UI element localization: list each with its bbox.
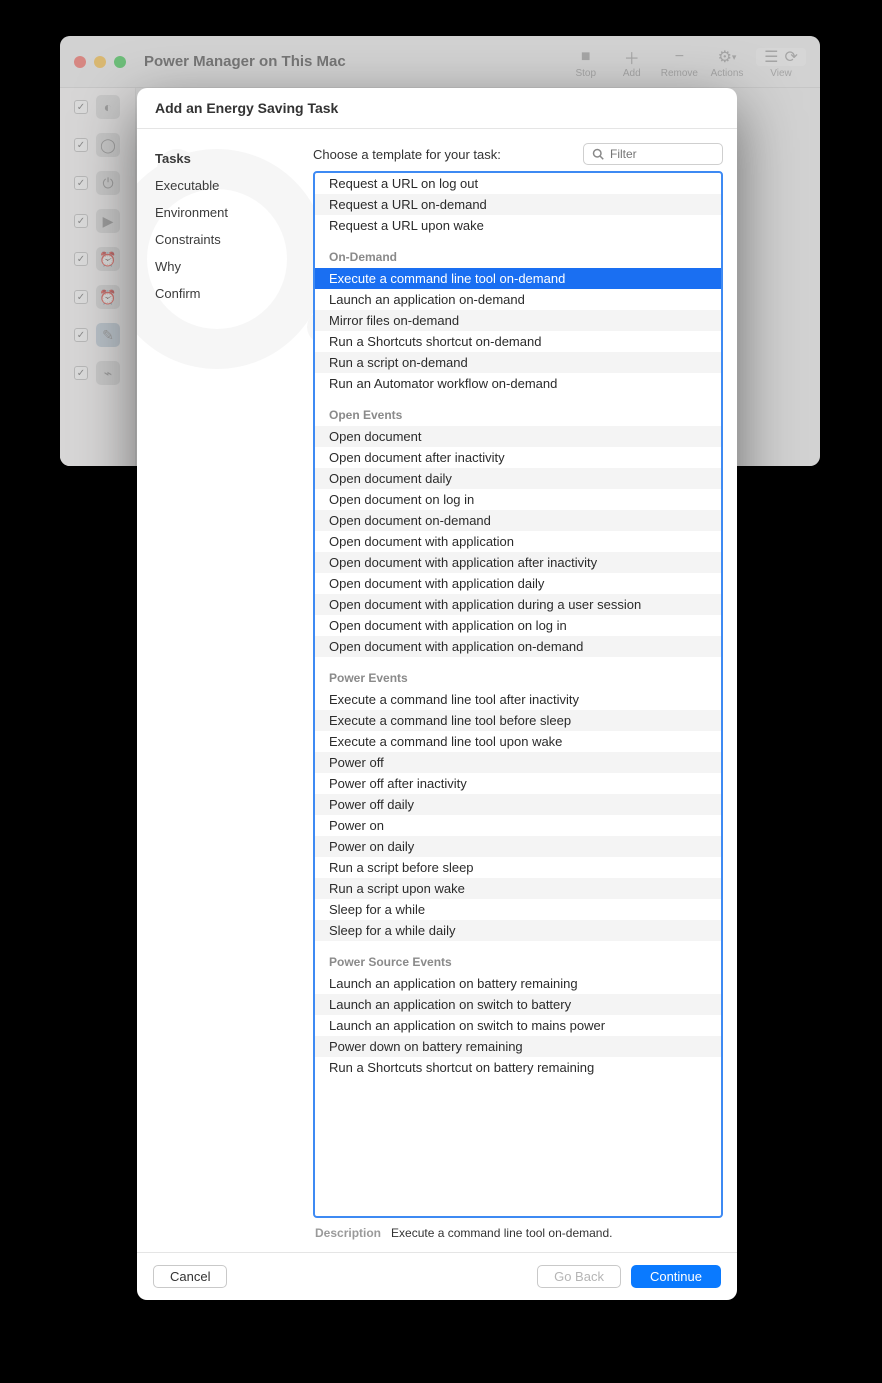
description-label: Description xyxy=(315,1226,381,1240)
template-row[interactable]: Sleep for a while xyxy=(315,899,721,920)
wizard-step-constraints[interactable]: Constraints xyxy=(155,226,301,253)
search-icon xyxy=(592,148,604,160)
add-task-sheet: Add an Energy Saving Task TasksExecutabl… xyxy=(137,88,737,1300)
sheet-footer: Cancel Go Back Continue xyxy=(137,1252,737,1300)
template-list[interactable]: Request a URL on log outRequest a URL on… xyxy=(313,171,723,1218)
template-row[interactable]: Run a Shortcuts shortcut on-demand xyxy=(315,331,721,352)
template-row[interactable]: Request a URL upon wake xyxy=(315,215,721,236)
template-row[interactable]: Execute a command line tool upon wake xyxy=(315,731,721,752)
template-row[interactable]: Run a script before sleep xyxy=(315,857,721,878)
template-row[interactable]: Mirror files on-demand xyxy=(315,310,721,331)
template-row[interactable]: Power off after inactivity xyxy=(315,773,721,794)
sheet-title: Add an Energy Saving Task xyxy=(137,88,737,129)
template-row[interactable]: Open document daily xyxy=(315,468,721,489)
template-row[interactable]: Power on xyxy=(315,815,721,836)
description-row: Description Execute a command line tool … xyxy=(313,1218,723,1244)
group-header: Power Events xyxy=(315,657,721,689)
filter-search[interactable] xyxy=(583,143,723,165)
template-row[interactable]: Open document with application during a … xyxy=(315,594,721,615)
template-row[interactable]: Run a script upon wake xyxy=(315,878,721,899)
template-row[interactable]: Power off xyxy=(315,752,721,773)
template-row[interactable]: Power on daily xyxy=(315,836,721,857)
template-row[interactable]: Launch an application on battery remaini… xyxy=(315,973,721,994)
wizard-steps: TasksExecutableEnvironmentConstraintsWhy… xyxy=(137,129,309,1252)
template-prompt: Choose a template for your task: xyxy=(313,147,501,162)
template-row[interactable]: Run a script on-demand xyxy=(315,352,721,373)
group-header: On-Demand xyxy=(315,236,721,268)
template-row[interactable]: Open document with application on-demand xyxy=(315,636,721,657)
cancel-button[interactable]: Cancel xyxy=(153,1265,227,1288)
template-row[interactable]: Launch an application on switch to mains… xyxy=(315,1015,721,1036)
wizard-step-tasks[interactable]: Tasks xyxy=(155,145,301,172)
template-row[interactable]: Request a URL on-demand xyxy=(315,194,721,215)
template-row[interactable]: Open document with application daily xyxy=(315,573,721,594)
template-row[interactable]: Power off daily xyxy=(315,794,721,815)
template-row[interactable]: Sleep for a while daily xyxy=(315,920,721,941)
template-row[interactable]: Open document xyxy=(315,426,721,447)
template-row[interactable]: Open document on-demand xyxy=(315,510,721,531)
template-row[interactable]: Open document with application xyxy=(315,531,721,552)
template-row[interactable]: Execute a command line tool after inacti… xyxy=(315,689,721,710)
description-text: Execute a command line tool on-demand. xyxy=(391,1226,612,1240)
template-row[interactable]: Request a URL on log out xyxy=(315,173,721,194)
group-header: Power Source Events xyxy=(315,941,721,973)
wizard-step-confirm[interactable]: Confirm xyxy=(155,280,301,307)
wizard-step-executable[interactable]: Executable xyxy=(155,172,301,199)
template-row[interactable]: Open document with application on log in xyxy=(315,615,721,636)
wizard-step-environment[interactable]: Environment xyxy=(155,199,301,226)
template-row[interactable]: Power down on battery remaining xyxy=(315,1036,721,1057)
go-back-button: Go Back xyxy=(537,1265,621,1288)
group-header: Open Events xyxy=(315,394,721,426)
template-row[interactable]: Run a Shortcuts shortcut on battery rema… xyxy=(315,1057,721,1078)
template-row[interactable]: Execute a command line tool on-demand xyxy=(315,268,721,289)
template-row[interactable]: Launch an application on-demand xyxy=(315,289,721,310)
template-panel: Choose a template for your task: Request… xyxy=(309,129,737,1252)
filter-input[interactable] xyxy=(610,147,714,161)
continue-button[interactable]: Continue xyxy=(631,1265,721,1288)
template-row[interactable]: Run an Automator workflow on-demand xyxy=(315,373,721,394)
wizard-step-why[interactable]: Why xyxy=(155,253,301,280)
template-row[interactable]: Open document after inactivity xyxy=(315,447,721,468)
template-row[interactable]: Open document on log in xyxy=(315,489,721,510)
template-row[interactable]: Open document with application after ina… xyxy=(315,552,721,573)
template-row[interactable]: Launch an application on switch to batte… xyxy=(315,994,721,1015)
template-row[interactable]: Execute a command line tool before sleep xyxy=(315,710,721,731)
